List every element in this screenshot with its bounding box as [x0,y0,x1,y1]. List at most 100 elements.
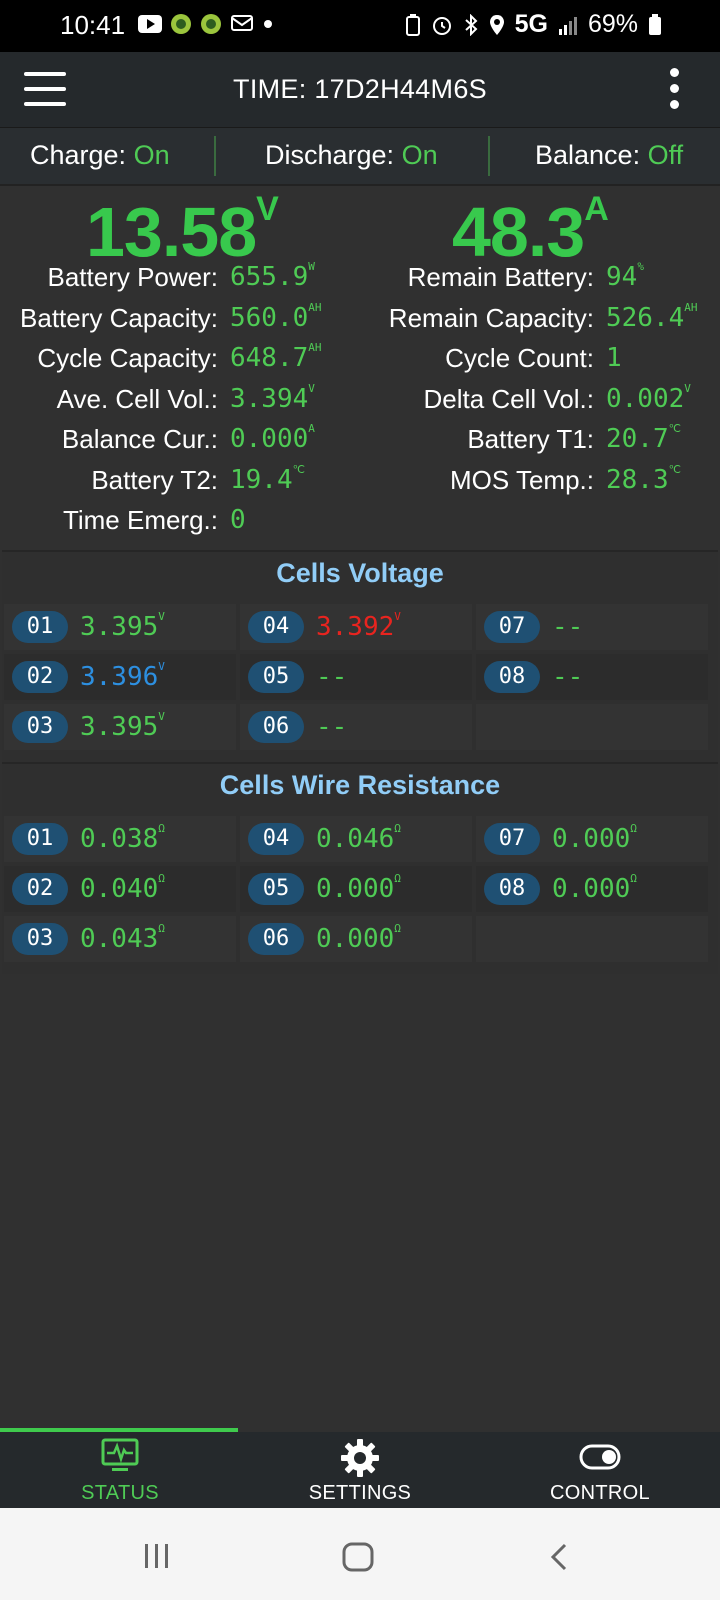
tab-settings[interactable]: SETTINGS [240,1432,480,1508]
cell-unit: Ω [394,822,401,835]
pack-voltage-unit: V [256,190,279,228]
cell-value-text: 3.395 [80,712,159,742]
cell-number-badge: 02 [12,873,68,905]
cell-number-badge: 04 [248,823,304,855]
cell-unit: Ω [394,872,401,885]
location-icon [489,14,504,35]
cell-value-text: 0.040 [80,874,159,904]
cell-item: 02 3.396V [4,654,236,700]
cells-voltage-section: Cells Voltage 01 3.395V 02 3.396V 03 3.395V 04… [2,550,718,762]
cell-number-badge: 06 [248,711,304,743]
system-navigation-bar [0,1508,720,1600]
info-row: Battery T1: 20.7℃ [0,422,720,464]
tab-control-label: CONTROL [550,1482,650,1504]
info-unit: ℃ [668,422,681,435]
discharge-value: On [401,140,438,170]
info-value-text: 526.4 [606,302,685,333]
alarm-icon [432,16,451,35]
cell-item: 04 0.046Ω [240,816,472,862]
info-value: 0 [230,505,246,535]
info-value-text: 20.7 [606,424,669,454]
bottom-navigation: STATUS SETTINGS CONTROL [0,1428,720,1508]
cell-value: 0.040Ω [80,872,165,904]
cell-item: 08 -- [476,654,708,700]
cell-value: 0.046Ω [316,822,401,854]
pack-current-unit: A [584,190,609,228]
info-row: Cycle Count: 1 [0,343,720,383]
info-row: Remain Battery: 94% [0,260,720,302]
cell-item: 03 0.043Ω [4,916,236,962]
battery-percent: 69% [587,10,638,38]
cell-unit: V [394,610,401,623]
info-value: 526.4AH [606,300,698,333]
balance-label: Balance: [535,140,648,170]
info-value: 28.3℃ [606,462,681,495]
cell-unit: Ω [158,922,165,935]
cell-number-badge: 07 [484,611,540,643]
cell-item: 01 0.038Ω [4,816,236,862]
charge-label: Charge: [30,140,134,170]
info-label: Cycle Count: [445,343,594,373]
charge-state: Charge: On [30,140,170,171]
more-options-icon[interactable] [670,68,682,112]
pack-voltage: 13.58V [86,190,279,272]
cell-number-badge: 05 [248,873,304,905]
cell-item: 05 -- [240,654,472,700]
cell-item: 07 -- [476,604,708,650]
cell-number-badge: 03 [12,923,68,955]
divider [214,136,216,176]
state-row: Charge: On Discharge: On Balance: Off [0,128,720,186]
back-icon[interactable] [548,1542,570,1572]
info-row: Time Emerg.: 0 [0,505,720,545]
cell-number-badge: 01 [12,823,68,855]
info-value-text: 0 [230,505,246,535]
info-unit: ℃ [668,462,681,476]
info-unit: AH [684,300,698,314]
cell-value: -- [552,662,583,692]
pack-current: 48.3A [452,190,609,272]
cell-value: 3.396V [80,660,165,692]
tab-control[interactable]: CONTROL [480,1432,720,1508]
signal-icon [558,16,577,35]
cell-value: 3.395V [80,710,165,742]
tab-status-label: STATUS [81,1482,159,1504]
tab-settings-label: SETTINGS [308,1482,412,1504]
cell-value-text: 3.395 [80,612,159,642]
cell-value-text: 3.396 [80,662,159,692]
cell-value-text: -- [316,712,348,742]
balance-value: Off [647,140,684,170]
cell-unit: Ω [158,822,165,835]
cell-item: 06 0.000Ω [240,916,472,962]
cell-number-badge: 03 [12,711,68,743]
empty-cell [476,916,708,962]
info-unit: V [684,381,691,395]
home-icon[interactable] [342,1542,374,1572]
page-title: TIME: 17D2H44M6S [233,74,487,104]
cell-value: 0.043Ω [80,922,165,954]
cell-number-badge: 04 [248,611,304,643]
cell-value: 0.038Ω [80,822,165,854]
cell-value-text: 0.000 [316,924,395,954]
info-row: MOS Temp.: 28.3℃ [0,462,720,505]
cell-unit: Ω [630,872,637,885]
info-row: Delta Cell Vol.: 0.002V [0,381,720,424]
wire-resistance-title: Cells Wire Resistance [219,770,501,800]
wire-resistance-section: Cells Wire Resistance 01 0.038Ω 02 0.040Ω 03… [2,762,718,974]
cell-unit: V [158,610,165,623]
info-value: 0.002V [606,381,691,414]
pack-voltage-value: 13.58 [86,193,257,271]
notification-icons [138,13,274,35]
gear-icon [341,1439,379,1477]
cell-value-text: -- [552,662,584,692]
tab-status[interactable]: STATUS [0,1432,240,1508]
system-icons: 5G 69% [405,10,662,39]
cell-number-badge: 08 [484,873,540,905]
system-status-bar: 10:41 5G 69% [0,0,720,52]
monitor-pulse-icon [101,1438,139,1471]
recent-apps-icon[interactable] [142,1542,172,1570]
info-label: Delta Cell Vol.: [423,383,594,414]
cell-number-badge: 06 [248,923,304,955]
cell-value: -- [552,612,583,642]
cell-value-text: 0.000 [316,874,395,904]
cell-unit: V [158,660,165,673]
